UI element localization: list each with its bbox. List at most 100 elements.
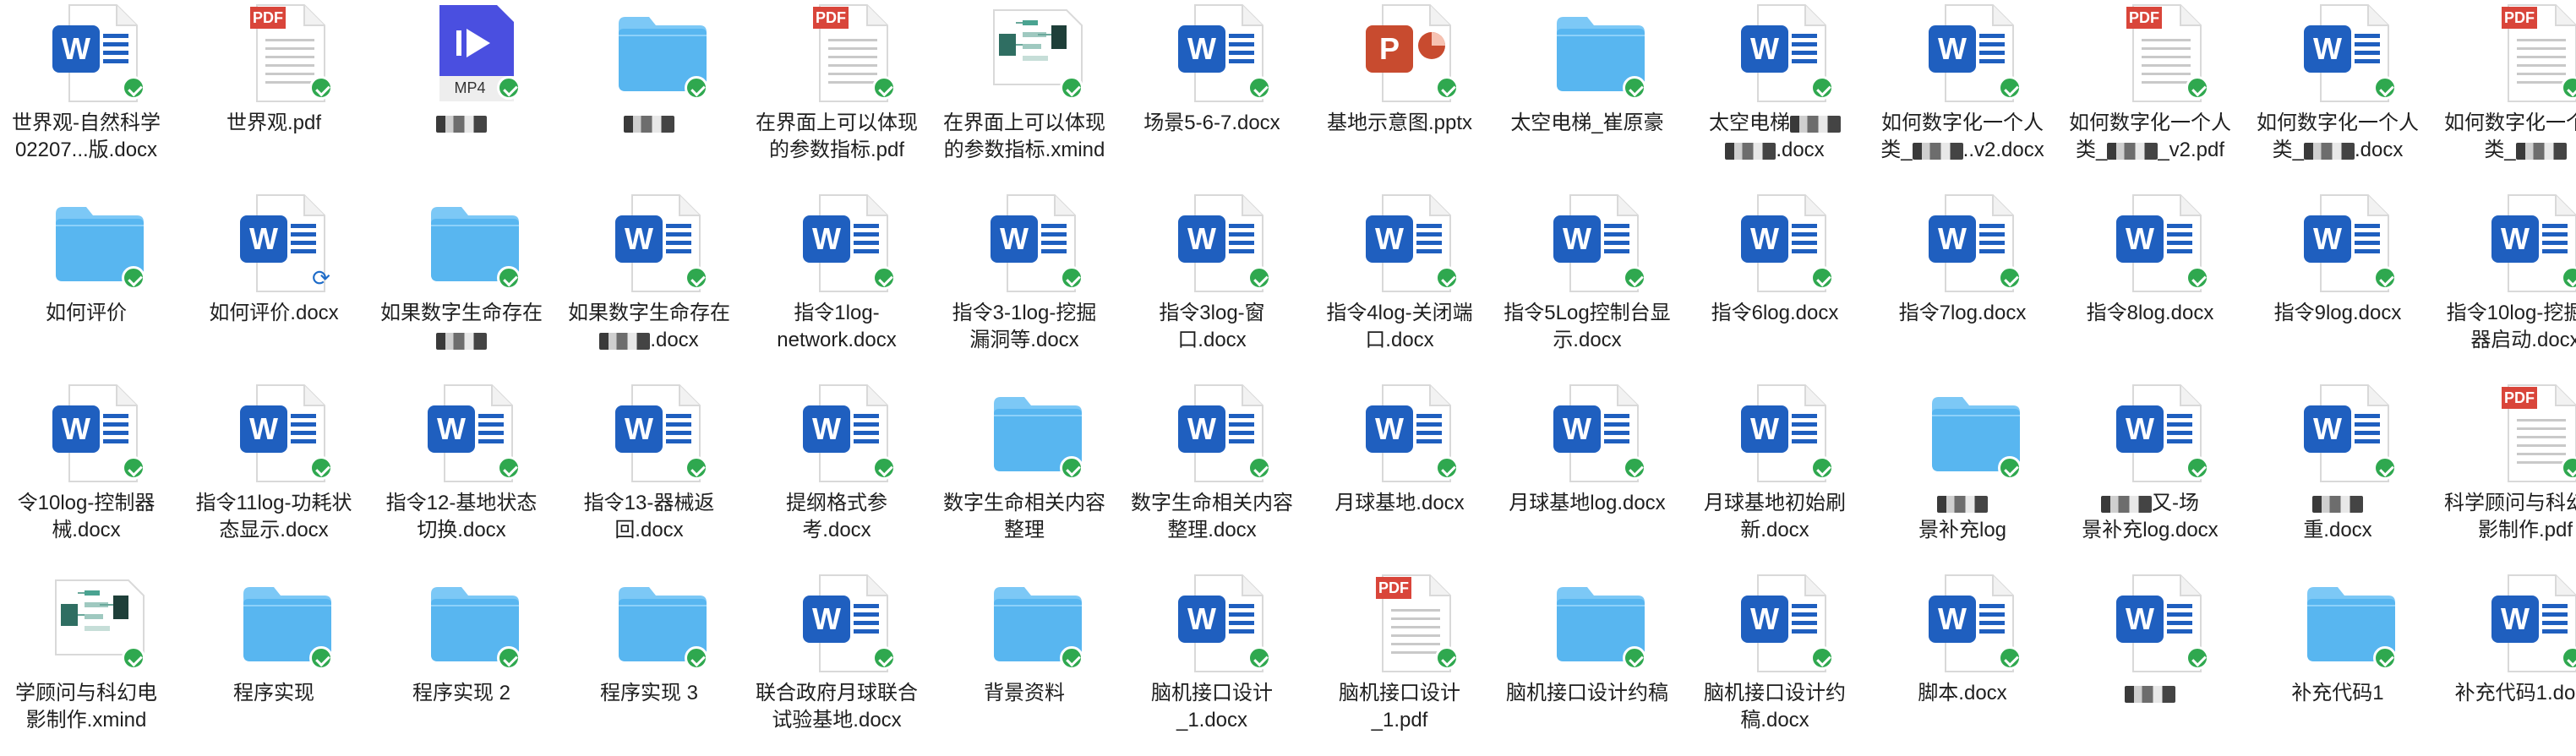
file-item[interactable]: W 指令13-器械返 回.docx — [556, 380, 742, 566]
file-item[interactable]: W 指令10log-挖掘机 器启动.docx — [2432, 190, 2576, 376]
svg-text:W: W — [249, 221, 278, 256]
file-item[interactable]: W 指令6log.docx — [1682, 190, 1868, 376]
svg-text:P: P — [1379, 31, 1400, 66]
file-item[interactable]: W 又-场 景补充log.docx — [2057, 380, 2243, 566]
pdf-document-icon: PDF — [1361, 570, 1465, 675]
synced-checkmark-icon — [2373, 266, 2397, 290]
file-name-label: 脑机接口设计 _1.pdf — [1339, 682, 1460, 732]
synced-checkmark-icon — [309, 76, 333, 100]
synced-checkmark-icon — [1060, 646, 1083, 670]
file-name-label: 科学顾问与科幻电 影制作.pdf — [2444, 492, 2576, 541]
file-name-label: 提纲格式参 考.docx — [786, 492, 887, 541]
file-item[interactable]: MP4 — [368, 0, 554, 186]
file-item[interactable]: 程序实现 2 — [368, 570, 554, 756]
file-item[interactable]: PDF 脑机接口设计 _1.pdf — [1307, 570, 1493, 756]
file-item[interactable]: W 月球基地初始刷 新.docx — [1682, 380, 1868, 566]
file-item[interactable]: W 指令3log-窗 口.docx — [1119, 190, 1305, 376]
synced-checkmark-icon — [1810, 76, 1834, 100]
file-item[interactable]: W 脑机接口设计 _1.docx — [1119, 570, 1305, 756]
file-item[interactable]: PDF 如何数字化一个人 类_ _v2.pdf — [2057, 0, 2243, 186]
folder-icon — [2299, 570, 2404, 675]
file-item[interactable]: W 指令9log.docx — [2245, 190, 2431, 376]
synced-checkmark-icon — [1810, 456, 1834, 480]
file-item[interactable]: W 指令8log.docx — [2057, 190, 2243, 376]
file-item[interactable]: 景补充log — [1869, 380, 2055, 566]
redacted-text-mask — [2101, 495, 2152, 513]
file-item[interactable]: W ⟳ 如何评价.docx — [181, 190, 367, 376]
file-item[interactable]: W 指令11log-功耗状 态显示.docx — [181, 380, 367, 566]
file-name-label: 指令7log.docx — [1898, 302, 2027, 324]
file-item[interactable]: W 数字生命相关内容 整理.docx — [1119, 380, 1305, 566]
file-item[interactable]: W 场景5-6-7.docx — [1119, 0, 1305, 186]
file-item[interactable]: 补充代码1 — [2245, 570, 2431, 756]
folder-icon — [610, 570, 715, 675]
word-document-icon: W — [2111, 190, 2216, 295]
word-document-icon: W — [1736, 380, 1841, 485]
svg-text:PDF: PDF — [253, 9, 283, 26]
folder-icon — [423, 190, 527, 295]
file-item[interactable]: W 指令12-基地状态 切换.docx — [368, 380, 554, 566]
file-item[interactable]: PDF 在界面上可以体现 的参数指标.pdf — [744, 0, 930, 186]
redacted-text-mask — [2515, 142, 2567, 160]
file-item[interactable]: W 指令5Log控制台显 示.docx — [1494, 190, 1680, 376]
file-item[interactable]: W 脚本.docx — [1869, 570, 2055, 756]
file-item[interactable] — [556, 0, 742, 186]
synced-checkmark-icon — [1623, 76, 1646, 100]
file-item[interactable]: P 基地示意图.pptx — [1307, 0, 1493, 186]
svg-text:W: W — [2501, 601, 2530, 636]
file-item[interactable]: 在界面上可以体现 的参数指标.xmind — [931, 0, 1117, 186]
file-item[interactable]: W 世界观-自然科学 02207...版.docx — [0, 0, 179, 186]
file-item[interactable]: W 指令4log-关闭端 口.docx — [1307, 190, 1493, 376]
file-item[interactable]: W 指令7log.docx — [1869, 190, 2055, 376]
file-item[interactable]: W 如何数字化一个人 类_ .docx — [2245, 0, 2431, 186]
word-document-icon: W — [2299, 0, 2404, 105]
file-name-label: 背景资料 — [984, 682, 1065, 704]
svg-text:W: W — [625, 411, 653, 446]
file-item[interactable]: W 脑机接口设计约 稿.docx — [1682, 570, 1868, 756]
svg-text:PDF: PDF — [816, 9, 846, 26]
synced-checkmark-icon — [1435, 266, 1459, 290]
file-item[interactable]: 学顾问与科幻电 影制作.xmind — [0, 570, 179, 756]
file-item[interactable]: PDF 世界观.pdf — [181, 0, 367, 186]
redacted-text-mask — [1790, 115, 1841, 133]
file-item[interactable]: W 指令1log- network.docx — [744, 190, 930, 376]
synced-checkmark-icon — [1247, 266, 1271, 290]
file-item[interactable]: W 如何数字化一个人 类_ ..v2.docx — [1869, 0, 2055, 186]
svg-text:W: W — [812, 411, 841, 446]
file-item[interactable]: 如果数字生命存在 — [368, 190, 554, 376]
folder-icon — [235, 570, 340, 675]
file-item[interactable]: W 重.docx — [2245, 380, 2431, 566]
file-item[interactable]: W 提纲格式参 考.docx — [744, 380, 930, 566]
svg-text:W: W — [2313, 411, 2342, 446]
word-document-icon: W — [2486, 190, 2576, 295]
svg-text:W: W — [1187, 31, 1216, 66]
synced-checkmark-icon — [2186, 76, 2209, 100]
synced-checkmark-icon — [1435, 456, 1459, 480]
file-item[interactable]: W 补充代码1.docx — [2432, 570, 2576, 756]
word-document-icon: W — [798, 190, 903, 295]
file-item[interactable]: W 联合政府月球联合 试验基地.docx — [744, 570, 930, 756]
redacted-text-mask — [2107, 142, 2158, 160]
file-item[interactable]: W — [2057, 570, 2243, 756]
file-item[interactable]: PDF 科学顾问与科幻电 影制作.pdf — [2432, 380, 2576, 566]
word-document-icon: W — [1173, 570, 1278, 675]
redacted-text-mask — [1912, 142, 1963, 160]
word-document-icon: W — [1173, 380, 1278, 485]
svg-text:W: W — [812, 601, 841, 636]
file-item[interactable]: 数字生命相关内容 整理 — [931, 380, 1117, 566]
word-document-icon: W — [1173, 0, 1278, 105]
file-item[interactable]: 脑机接口设计约稿 — [1494, 570, 1680, 756]
file-item[interactable]: W 太空电梯 .docx — [1682, 0, 1868, 186]
file-item[interactable]: W 令10log-控制器 械.docx — [0, 380, 179, 566]
word-document-icon: W — [610, 380, 715, 485]
file-item[interactable]: 如何评价 — [0, 190, 179, 376]
file-item[interactable]: W 如果数字生命存在 .docx — [556, 190, 742, 376]
file-item[interactable]: W 月球基地.docx — [1307, 380, 1493, 566]
file-item[interactable]: 程序实现 3 — [556, 570, 742, 756]
file-item[interactable]: W 指令3-1log-挖掘 漏洞等.docx — [931, 190, 1117, 376]
file-item[interactable]: 背景资料 — [931, 570, 1117, 756]
file-item[interactable]: 程序实现 — [181, 570, 367, 756]
file-item[interactable]: W 月球基地log.docx — [1494, 380, 1680, 566]
file-item[interactable]: PDF 如何数字化一个人 类_ — [2432, 0, 2576, 186]
file-item[interactable]: 太空电梯_崔原豪 — [1494, 0, 1680, 186]
